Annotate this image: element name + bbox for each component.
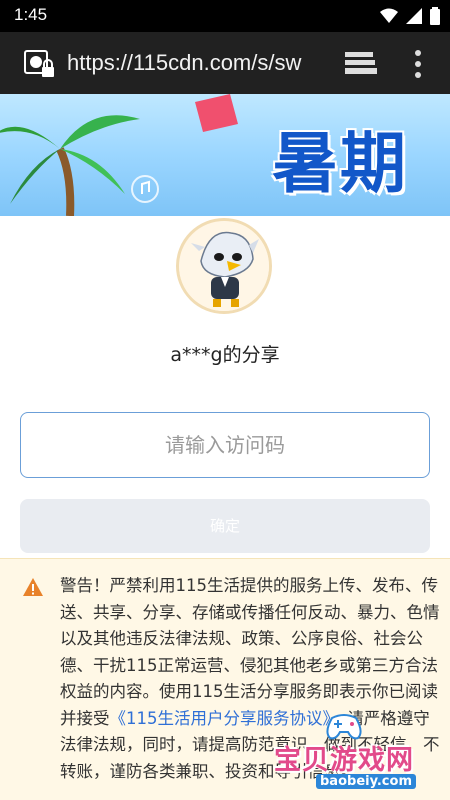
warning-icon	[23, 578, 43, 596]
site-info-icon[interactable]	[24, 50, 56, 80]
banner-title: 暑期	[272, 125, 408, 202]
url-bar[interactable]: https://115cdn.com/s/sw	[67, 50, 321, 76]
watermark: 宝贝游戏网 baobeiy.com	[268, 712, 448, 800]
access-code-input[interactable]	[20, 412, 430, 478]
more-menu-icon[interactable]	[411, 49, 425, 79]
browser-toolbar: https://115cdn.com/s/sw	[0, 32, 450, 94]
music-note-icon	[131, 175, 159, 203]
confirm-button[interactable]: 确定	[20, 499, 430, 553]
palm-tree-image	[0, 115, 140, 216]
gamepad-icon	[326, 714, 362, 740]
watermark-text: 宝贝游戏网	[274, 745, 414, 776]
avatar	[176, 218, 272, 314]
status-bar: 1:45	[0, 0, 450, 32]
red-envelope-image	[195, 94, 238, 132]
battery-icon	[430, 7, 440, 25]
watermark-url: baobeiy.com	[316, 774, 416, 789]
tabs-icon[interactable]	[343, 50, 377, 78]
eagle-avatar-image	[179, 221, 269, 311]
status-time: 1:45	[14, 5, 48, 24]
share-title: a***g的分享	[170, 344, 280, 366]
promo-banner[interactable]: 暑期	[0, 94, 450, 216]
signal-icon	[406, 8, 422, 24]
warning-text-main: 警告！严禁利用115生活提供的服务上传、发布、传送、共享、分享、存储或传播任何反…	[60, 576, 440, 728]
wifi-icon	[380, 8, 398, 23]
